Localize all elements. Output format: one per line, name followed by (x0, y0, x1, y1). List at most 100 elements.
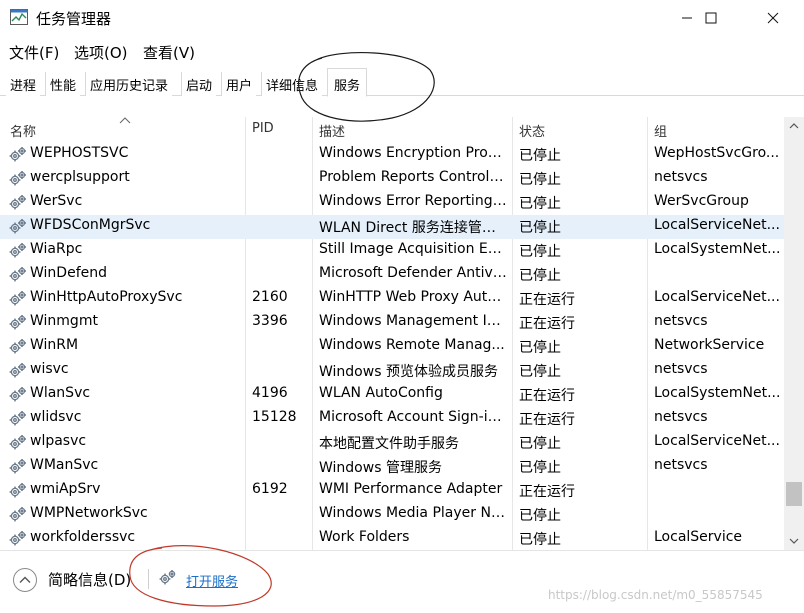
service-gear-icon (8, 482, 26, 500)
service-status: 已停止 (519, 172, 561, 188)
service-list: WEPHOSTSVC Windows Encryption Provi... 已… (0, 143, 784, 550)
service-pid: 15128 (252, 409, 297, 425)
tab-performance[interactable]: 性能 (45, 72, 81, 96)
service-row[interactable]: WEPHOSTSVC Windows Encryption Provi... 已… (0, 143, 784, 167)
service-status: 已停止 (519, 148, 561, 164)
fewer-details-button[interactable] (12, 567, 38, 593)
service-group: NetworkService (654, 337, 765, 353)
column-name[interactable]: 名称 (10, 121, 36, 140)
service-name: workfolderssvc (30, 529, 136, 545)
service-row[interactable]: WiaRpc Still Image Acquisition Ev... 已停止… (0, 239, 784, 263)
service-gear-icon (8, 194, 26, 212)
tab-startup[interactable]: 启动 (181, 72, 217, 96)
service-pid: 2160 (252, 289, 288, 305)
services-gear-icon[interactable] (158, 568, 178, 588)
menu-view[interactable]: 查看(V) (143, 42, 195, 63)
service-name: WEPHOSTSVC (30, 145, 129, 161)
service-status: 已停止 (519, 268, 561, 284)
service-gear-icon (8, 362, 26, 380)
service-row[interactable]: wlidsvc 15128 Microsoft Account Sign-in.… (0, 407, 784, 431)
service-description: Still Image Acquisition Ev... (319, 241, 507, 257)
service-row[interactable]: wlpasvc 本地配置文件助手服务 已停止 LocalServiceNet..… (0, 431, 784, 455)
service-gear-icon (8, 290, 26, 308)
service-row[interactable]: WinHttpAutoProxySvc 2160 WinHTTP Web Pro… (0, 287, 784, 311)
service-group: netsvcs (654, 169, 708, 185)
tab-app-history[interactable]: 应用历史记录 (85, 72, 173, 96)
service-row[interactable]: WMPNetworkSvc Windows Media Player Ne...… (0, 503, 784, 527)
service-name: WinRM (30, 337, 79, 353)
scroll-up-button[interactable] (784, 117, 804, 134)
service-row[interactable]: workfolderssvc Work Folders 已停止 LocalSer… (0, 527, 784, 550)
service-group: LocalServiceNet... (654, 289, 780, 305)
open-services-link[interactable]: 打开服务 (186, 571, 238, 590)
vertical-scrollbar[interactable] (784, 117, 804, 550)
service-description: Work Folders (319, 529, 410, 545)
service-group: LocalSystemNet... (654, 241, 781, 257)
service-description: Windows Remote Manag... (319, 337, 505, 353)
service-row[interactable]: wisvc Windows 预览体验成员服务 已停止 netsvcs (0, 359, 784, 383)
service-gear-icon (8, 410, 26, 428)
service-name: WinHttpAutoProxySvc (30, 289, 183, 305)
service-group: WepHostSvcGro... (654, 145, 780, 161)
service-description: Windows Media Player Ne... (319, 505, 507, 521)
service-row[interactable]: WFDSConMgrSvc WLAN Direct 服务连接管理... 已停止 … (0, 215, 784, 239)
service-name: WManSvc (30, 457, 99, 473)
service-row[interactable]: WlanSvc 4196 WLAN AutoConfig 正在运行 LocalS… (0, 383, 784, 407)
service-description: WinHTTP Web Proxy Auto... (319, 289, 507, 305)
service-description: WLAN Direct 服务连接管理... (319, 220, 507, 236)
watermark: https://blog.csdn.net/m0_55857545 (548, 588, 763, 602)
service-group: LocalServiceNet... (654, 433, 780, 449)
menu-options[interactable]: 选项(O) (74, 42, 128, 63)
tab-users[interactable]: 用户 (221, 72, 257, 96)
service-gear-icon (8, 506, 26, 524)
service-row[interactable]: WerSvc Windows Error Reporting ... 已停止 W… (0, 191, 784, 215)
service-row[interactable]: WinDefend Microsoft Defender Antivi... 已… (0, 263, 784, 287)
column-description[interactable]: 描述 (319, 121, 345, 140)
service-gear-icon (8, 266, 26, 284)
service-name: WinDefend (30, 265, 107, 281)
column-status[interactable]: 状态 (519, 121, 545, 140)
service-group: LocalSystemNet... (654, 385, 781, 401)
service-status: 已停止 (519, 532, 561, 548)
service-group: LocalServiceNet... (654, 217, 780, 233)
column-pid[interactable]: PID (252, 121, 274, 136)
service-gear-icon (8, 530, 26, 548)
menu-file[interactable]: 文件(F) (9, 42, 59, 63)
service-gear-icon (8, 338, 26, 356)
scroll-down-button[interactable] (784, 532, 804, 549)
service-name: WlanSvc (30, 385, 91, 401)
column-group[interactable]: 组 (654, 121, 667, 140)
service-name: WFDSConMgrSvc (30, 217, 151, 233)
tab-details[interactable]: 详细信息 (261, 72, 323, 96)
service-name: wisvc (30, 361, 69, 377)
service-gear-icon (8, 218, 26, 236)
status-divider (148, 569, 149, 589)
service-name: WiaRpc (30, 241, 83, 257)
tab-processes[interactable]: 进程 (6, 72, 41, 96)
window-title: 任务管理器 (36, 10, 112, 28)
service-status: 已停止 (519, 364, 561, 380)
title-bar: 任务管理器 (0, 0, 804, 36)
service-pid: 6192 (252, 481, 288, 497)
service-row[interactable]: wercplsupport Problem Reports Control ..… (0, 167, 784, 191)
scrollbar-thumb[interactable] (786, 482, 802, 506)
service-description: Windows Encryption Provi... (319, 145, 507, 161)
fewer-details-label[interactable]: 简略信息(D) (48, 569, 131, 590)
service-status: 已停止 (519, 196, 561, 212)
service-group: netsvcs (654, 361, 708, 377)
tab-services[interactable]: 服务 (327, 68, 368, 97)
close-button[interactable] (750, 0, 796, 36)
service-description: Windows Management In... (319, 313, 507, 329)
service-row[interactable]: WManSvc Windows 管理服务 已停止 netsvcs (0, 455, 784, 479)
service-name: wmiApSrv (30, 481, 101, 497)
service-status: 已停止 (519, 460, 561, 476)
maximize-button[interactable] (688, 0, 734, 36)
sort-ascending-icon (119, 113, 131, 128)
service-gear-icon (8, 146, 26, 164)
service-row[interactable]: WinRM Windows Remote Manag... 已停止 Networ… (0, 335, 784, 359)
service-row[interactable]: wmiApSrv 6192 WMI Performance Adapter 正在… (0, 479, 784, 503)
status-bar: 简略信息(D) 打开服务 https://blog.csdn.net/m0_55… (0, 550, 804, 613)
service-gear-icon (8, 242, 26, 260)
service-row[interactable]: Winmgmt 3396 Windows Management In... 正在… (0, 311, 784, 335)
service-status: 正在运行 (519, 412, 575, 428)
